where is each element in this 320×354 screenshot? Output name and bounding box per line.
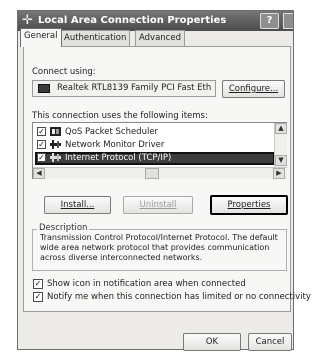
properties-label: Properties xyxy=(227,200,271,210)
network-driver-icon xyxy=(50,140,61,149)
configure-button[interactable]: Configure... xyxy=(222,80,285,98)
uninstall-label: Uninstall xyxy=(139,200,177,210)
uninstall-button[interactable]: Uninstall xyxy=(123,196,193,214)
network-adapter-icon xyxy=(38,84,50,93)
scheduler-icon xyxy=(50,127,61,136)
item-label: QoS Packet Scheduler xyxy=(65,127,159,137)
show-icon-label[interactable]: Show icon in notification area when conn… xyxy=(47,279,246,289)
list-vertical-scrollbar[interactable]: ▲ ▼ xyxy=(274,123,287,167)
item-label: Internet Protocol (TCP/IP) xyxy=(65,153,172,163)
adapter-name: Realtek RTL8139 Family PCI Fast Eth xyxy=(57,83,212,93)
install-button[interactable]: Install... xyxy=(44,196,111,214)
list-item[interactable]: ✓ QoS Packet Scheduler xyxy=(35,126,275,138)
item-checkbox[interactable]: ✓ xyxy=(37,140,46,149)
install-label: Install... xyxy=(60,200,95,210)
notify-label[interactable]: Notify me when this connection has limit… xyxy=(47,292,311,302)
scroll-up-icon[interactable]: ▲ xyxy=(275,123,287,134)
scroll-right-icon[interactable]: ▶ xyxy=(273,168,285,179)
configure-label: Configure... xyxy=(228,84,279,94)
item-label: Network Monitor Driver xyxy=(65,140,165,150)
window-title: Local Area Connection Properties xyxy=(38,15,227,26)
list-horizontal-scrollbar[interactable]: ◀ ▶ xyxy=(33,167,287,179)
help-button[interactable]: ? xyxy=(260,13,279,29)
connect-using-label: Connect using: xyxy=(32,67,96,77)
show-icon-checkbox[interactable]: ✓ xyxy=(33,279,43,289)
ok-button[interactable]: OK xyxy=(183,333,241,351)
item-checkbox[interactable]: ✓ xyxy=(37,153,46,162)
description-text: Transmission Control Protocol/Internet P… xyxy=(40,233,278,262)
scroll-left-icon[interactable]: ◀ xyxy=(33,168,45,179)
description-caption: Description xyxy=(37,223,90,233)
adapter-field: Realtek RTL8139 Family PCI Fast Eth xyxy=(32,80,216,97)
network-connection-icon: ✛ xyxy=(22,13,33,28)
scroll-thumb[interactable] xyxy=(145,168,159,179)
item-checkbox[interactable]: ✓ xyxy=(37,127,46,136)
list-item[interactable]: ✓ Network Monitor Driver xyxy=(35,139,275,151)
tab-general[interactable]: General xyxy=(20,28,62,47)
tab-advanced[interactable]: Advanced xyxy=(135,30,185,46)
close-button[interactable] xyxy=(283,13,293,29)
components-label: This connection uses the following items… xyxy=(32,111,208,121)
tab-authentication[interactable]: Authentication xyxy=(60,30,131,46)
cancel-button[interactable]: Cancel xyxy=(248,333,292,351)
scroll-down-icon[interactable]: ▼ xyxy=(275,155,287,166)
protocol-icon xyxy=(50,153,61,162)
list-item-selected[interactable]: ✓ Internet Protocol (TCP/IP) xyxy=(35,152,275,165)
properties-button[interactable]: Properties xyxy=(210,195,288,215)
notify-checkbox[interactable]: ✓ xyxy=(33,292,43,302)
